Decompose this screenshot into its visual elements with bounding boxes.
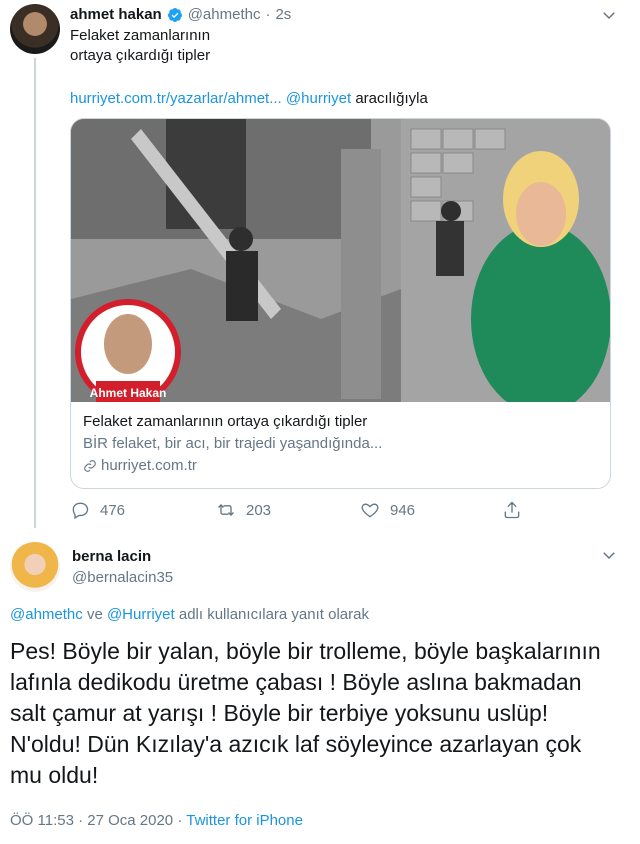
- like-button[interactable]: 946: [360, 500, 415, 520]
- image-caption: Ahmet Hakan: [90, 386, 167, 400]
- rubble-photo: Ahmet Hakan: [71, 119, 610, 402]
- replying-to: @ahmethc ve @Hurriyet adlı kullanıcılara…: [10, 606, 369, 623]
- reply-icon: [72, 502, 89, 520]
- tweet-time[interactable]: 2s: [275, 6, 291, 23]
- mention-link[interactable]: @ahmethc: [10, 606, 83, 623]
- retweet-count: 203: [246, 501, 272, 519]
- article-link[interactable]: hurriyet.com.tr/yazarlar/ahmet...: [70, 90, 282, 107]
- mention-link[interactable]: @hurriyet: [286, 90, 351, 107]
- share-icon: [504, 501, 520, 519]
- thread-connector-line: [34, 58, 36, 528]
- retweet-button[interactable]: 203: [216, 500, 271, 520]
- tweet-source[interactable]: Twitter for iPhone: [186, 812, 303, 829]
- chevron-down-icon[interactable]: [600, 546, 618, 564]
- tweet-text-line: Felaket zamanlarının: [70, 27, 211, 44]
- card-title: Felaket zamanlarının ortaya çıkardığı ti…: [83, 413, 368, 430]
- chevron-down-icon[interactable]: [600, 6, 618, 24]
- like-count: 946: [390, 501, 416, 519]
- tweet-header: ahmet hakan @ahmethc · 2s: [70, 6, 291, 23]
- author-name[interactable]: berna lacin: [72, 548, 151, 565]
- tweet-meta: ÖÖ 11:53 · 27 Oca 2020 · Twitter for iPh…: [10, 812, 303, 829]
- verified-badge-icon: [167, 7, 182, 22]
- author-name[interactable]: ahmet hakan: [70, 6, 162, 23]
- reply-button[interactable]: 476: [70, 500, 125, 520]
- heart-icon: [361, 503, 379, 518]
- tweet-text: Felaket zamanlarının ortaya çıkardığı ti…: [70, 26, 210, 66]
- reply-and: ve: [86, 606, 103, 623]
- tweet-timestamp[interactable]: ÖÖ 11:53 · 27 Oca 2020 ·: [10, 812, 182, 829]
- avatar[interactable]: [10, 542, 60, 592]
- tweet-text-line: ortaya çıkardığı tipler: [70, 47, 211, 64]
- author-handle[interactable]: @bernalacin35: [72, 569, 173, 586]
- tweet-actions: 476 203 946: [70, 500, 540, 522]
- reply-count: 476: [100, 501, 126, 519]
- card-domain: hurriyet.com.tr: [83, 456, 603, 476]
- separator-dot: ·: [265, 6, 271, 23]
- card-text: Felaket zamanlarının ortaya çıkardığı ti…: [83, 412, 603, 476]
- author-handle[interactable]: @ahmethc: [188, 6, 261, 23]
- card-domain-text: hurriyet.com.tr: [101, 457, 197, 474]
- reply-suffix: adlı kullanıcılara yanıt olarak: [178, 606, 369, 623]
- card-description: BİR felaket, bir acı, bir trajedi yaşand…: [83, 435, 383, 452]
- tweet-link-line: hurriyet.com.tr/yazarlar/ahmet... @hurri…: [70, 90, 428, 107]
- avatar[interactable]: [10, 4, 60, 54]
- card-image: Ahmet Hakan: [71, 119, 610, 402]
- mention-link[interactable]: @Hurriyet: [107, 606, 175, 623]
- via-text: aracılığıyla: [355, 90, 428, 107]
- link-preview-card[interactable]: Ahmet Hakan Felaket zamanlarının ortaya …: [70, 118, 611, 489]
- retweet-icon: [218, 504, 234, 516]
- link-icon: [84, 460, 96, 472]
- share-button[interactable]: [502, 500, 522, 520]
- tweet-body: Pes! Böyle bir yalan, böyle bir trolleme…: [10, 638, 601, 788]
